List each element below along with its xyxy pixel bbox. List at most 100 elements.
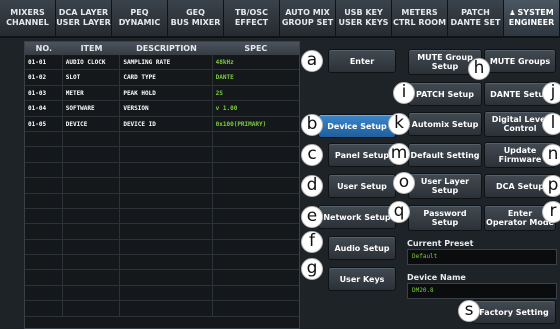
table-row[interactable] [25,193,299,209]
callout-i: i [393,82,415,104]
tab-dca-layer-user-layer[interactable]: DCA LAYER USER LAYER [56,0,112,36]
user-icon: ♟ [509,9,516,17]
cell-no: 01-03 [25,85,63,101]
device-setup-button[interactable]: Device Setup [318,114,396,138]
cell-description [120,255,213,270]
table-row[interactable]: 01-03 METER PEAK HOLD 2S [25,85,299,102]
tab-geq-bus-mixer[interactable]: GEQ BUS MIXER [168,0,224,36]
mute-groups-button[interactable]: MUTE Groups [484,49,556,73]
user-setup-button[interactable]: User Setup [328,174,396,198]
cell-description [120,147,213,162]
table-row[interactable]: 01-05 DEVICE DEVICE ID 0x100(PRIMARY) [25,116,299,132]
button-label-line2: Control [503,124,537,133]
password-setup-button[interactable]: Password Setup [408,205,482,231]
callout-f: f [301,231,323,253]
tab-label-line1: DCA LAYER [58,8,109,17]
panel-setup-button[interactable]: Panel Setup [328,143,396,167]
tab-patch-dante-set[interactable]: PATCH DANTE SET [448,0,504,36]
setup-button-column: Enter Device Setup Panel Setup User Setu… [300,41,400,329]
tab-mixers-channel[interactable]: MIXERS CHANNEL [0,0,56,36]
cell-item [63,147,121,162]
button-label-line1: Digital Level [491,115,549,124]
enter-button[interactable]: Enter [328,49,396,73]
user-layer-setup-button[interactable]: User Layer Setup [408,173,482,199]
cell-description [120,208,213,224]
callout-d: d [301,175,323,197]
tab-peq-dynamic[interactable]: PEQ DYNAMIC [112,0,168,36]
tab-label-text: SYSTEM [517,8,554,17]
tab-label-line1: PEQ [130,8,149,17]
callout-k: k [388,113,410,135]
tab-label-line2: CTRL ROOM [392,18,447,27]
cell-description [120,193,213,208]
table-row[interactable] [25,285,299,302]
table-row[interactable]: 01-02 SLOT CARD TYPE DANTE [25,70,299,86]
cell-spec: 0x100(PRIMARY) [215,120,267,128]
automix-setup-button[interactable]: Automix Setup [408,112,482,136]
default-setting-button[interactable]: Default Setting [408,143,482,167]
cell-item: AUDIO CLOCK [63,55,121,70]
table-row[interactable] [25,147,299,163]
callout-o: o [393,172,415,194]
callout-s: s [458,300,480,322]
table-row[interactable] [25,131,299,148]
user-keys-button[interactable]: User Keys [328,267,396,291]
cell-description: VERSION [120,101,213,116]
table-row[interactable] [25,224,299,240]
cell-spec [213,163,299,177]
table-row[interactable] [25,270,299,286]
table-row[interactable]: 01-01 AUDIO CLOCK SAMPLING RATE 48kHz [25,55,299,71]
table-row[interactable] [25,178,299,194]
system-info-table: NO. ITEM DESCRIPTION SPEC 01-01 AUDIO CLO… [24,41,300,329]
tab-label-line1: PATCH [461,8,490,17]
patch-setup-button[interactable]: PATCH Setup [408,82,482,106]
tab-meters-ctrl-room[interactable]: METERS CTRL ROOM [392,0,448,36]
cell-description: PEAK HOLD [120,85,213,101]
column-header-description: DESCRIPTION [136,44,197,53]
tab-label-line2: DANTE SET [450,18,501,27]
tab-label-line2: ENGINEER [508,18,555,27]
column-header-spec: SPEC [244,44,268,53]
table-header: NO. ITEM DESCRIPTION SPEC [25,42,299,55]
table-row[interactable] [25,301,299,317]
cell-spec [213,147,299,161]
tab-label-line1: ♟ SYSTEM [509,8,553,18]
cell-spec: v 1.00 [215,105,238,113]
cell-spec: 48kHz [215,59,234,66]
cell-spec [213,270,299,284]
current-preset-value: Default [407,249,557,265]
audio-setup-button[interactable]: Audio Setup [328,236,396,260]
cell-item [63,193,121,208]
cell-description: SAMPLING RATE [120,55,213,70]
button-label-line2: Setup [431,218,459,227]
network-setup-button[interactable]: Network Setup [318,205,396,229]
cell-item [63,285,121,301]
cell-item [63,301,121,316]
tab-label-line2: EFFECT [234,18,269,27]
cell-description [120,224,213,239]
cell-no [25,162,63,178]
factory-setting-button[interactable]: Factory Setting [472,300,556,324]
tab-auto-mix-group-set[interactable]: AUTO MIX GROUP SET [280,0,336,36]
tab-system-engineer[interactable]: ♟ SYSTEM ENGINEER [504,0,560,36]
setup-right-panel: MUTE Group Setup MUTE Groups PATCH Setup … [388,41,560,329]
tab-usb-key-user-keys[interactable]: USB KEY USER KEYS [336,0,392,36]
table-row[interactable] [25,208,299,225]
button-label-line1: Update [503,146,537,155]
cell-item [63,270,121,285]
callout-a: a [301,50,323,72]
cell-no [25,147,63,162]
callout-m: m [388,143,410,165]
table-row[interactable] [25,255,299,271]
table-row[interactable] [25,239,299,256]
button-label-line2: Operator Mode [486,218,554,227]
tab-label-line1: AUTO MIX [285,8,330,17]
tab-label-line2: USER LAYER [56,18,111,27]
cell-description [120,131,213,147]
tab-tb-osc-effect[interactable]: TB/OSC EFFECT [224,0,280,36]
cell-spec: 2S [215,89,223,97]
table-row[interactable] [25,162,299,179]
cell-item [63,131,121,147]
button-label-line1: Enter [507,209,533,218]
table-row[interactable]: 01-04 SOFTWARE VERSION v 1.00 [25,101,299,117]
